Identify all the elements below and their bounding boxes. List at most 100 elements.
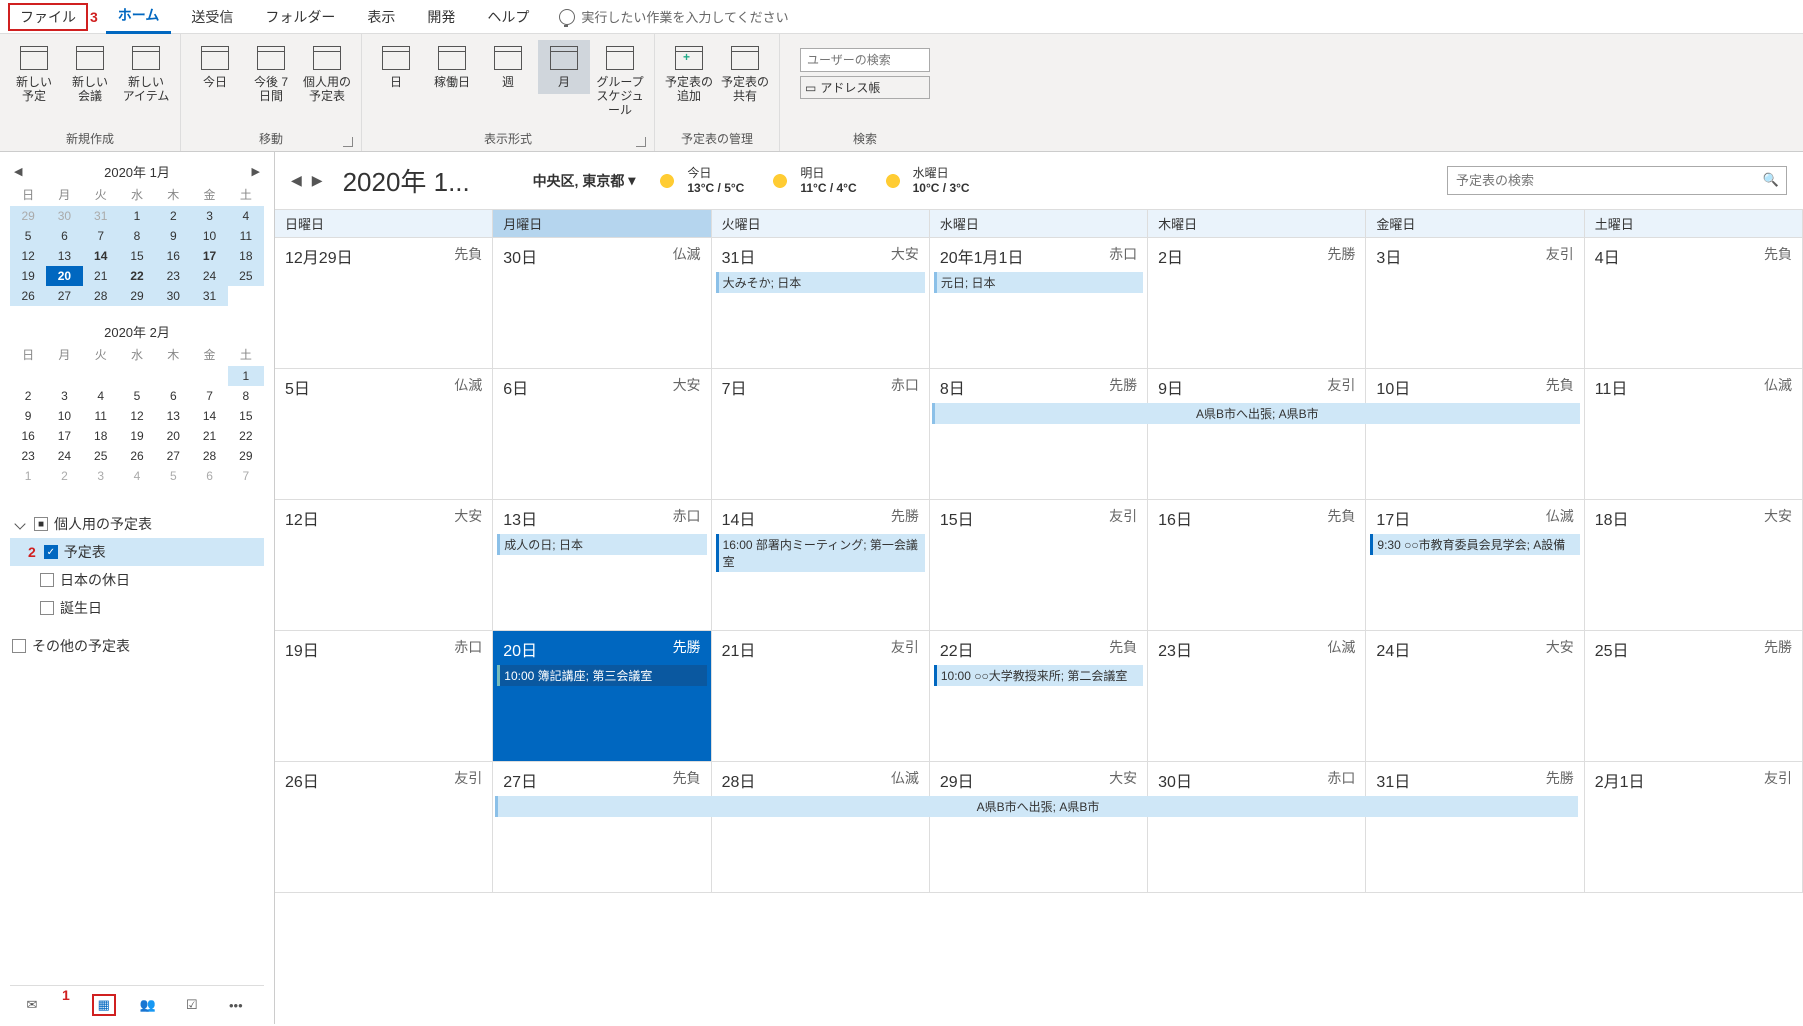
mini-day[interactable]: 3 (46, 386, 82, 406)
mini-day[interactable]: 31 (191, 286, 227, 306)
mini-day[interactable]: 19 (119, 426, 155, 446)
mini-day[interactable]: 7 (191, 386, 227, 406)
mini-day[interactable]: 1 (119, 206, 155, 226)
mini-day[interactable]: 1 (10, 466, 46, 486)
tab-home[interactable]: ホーム (106, 0, 172, 34)
mini-day[interactable]: 8 (228, 386, 264, 406)
tab-send-receive[interactable]: 送受信 (179, 1, 245, 33)
calendar-cell[interactable]: 30日仏滅 (493, 238, 711, 369)
tree-item-birthday[interactable]: 誕生日 (10, 594, 264, 622)
dialog-launcher-icon[interactable] (636, 137, 646, 147)
more-icon[interactable]: ••• (224, 994, 248, 1016)
next-month-button[interactable]: ▶ (252, 165, 260, 178)
mini-day[interactable]: 12 (119, 406, 155, 426)
calendar-cell[interactable]: 31日先勝 (1366, 762, 1584, 893)
tab-developer[interactable]: 開発 (415, 1, 467, 33)
week-view-button[interactable]: 週 (482, 40, 534, 94)
mini-day[interactable]: 3 (83, 466, 119, 486)
calendar-cell[interactable]: 21日友引 (712, 631, 930, 762)
mini-day[interactable]: 30 (155, 286, 191, 306)
event-item[interactable]: 成人の日; 日本 (497, 534, 706, 555)
mini-day[interactable]: 6 (191, 466, 227, 486)
calendar-cell[interactable]: 28日仏滅 (712, 762, 930, 893)
mini-day[interactable]: 6 (155, 386, 191, 406)
mini-day[interactable]: 22 (119, 266, 155, 286)
mini-day[interactable]: 26 (10, 286, 46, 306)
personal-calendar-button[interactable]: 個人用の 予定表 (301, 40, 353, 108)
mini-day[interactable]: 2 (155, 206, 191, 226)
mini-day[interactable]: 24 (191, 266, 227, 286)
mini-day[interactable]: 5 (155, 466, 191, 486)
event-item[interactable]: 10:00 簿記講座; 第三会議室 (497, 665, 706, 686)
day-view-button[interactable]: 日 (370, 40, 422, 94)
mini-day[interactable]: 7 (83, 226, 119, 246)
calendar-cell[interactable]: 12日大安 (275, 500, 493, 631)
calendar-cell[interactable]: 7日赤口 (712, 369, 930, 500)
calendar-search-input[interactable] (1447, 166, 1787, 195)
mini-day[interactable]: 2 (10, 386, 46, 406)
calendar-cell[interactable]: 10日先負 (1366, 369, 1584, 500)
search-icon[interactable]: 🔍 (1763, 172, 1779, 188)
new-appointment-button[interactable]: 新しい 予定 (8, 40, 60, 108)
calendar-cell[interactable]: 23日仏滅 (1148, 631, 1366, 762)
mini-day[interactable]: 9 (155, 226, 191, 246)
calendar-cell[interactable]: 29日大安 (930, 762, 1148, 893)
calendar-cell[interactable]: 13日赤口成人の日; 日本 (493, 500, 711, 631)
mini-day[interactable]: 5 (10, 226, 46, 246)
mini-day[interactable]: 29 (10, 206, 46, 226)
mini-day[interactable] (119, 366, 155, 386)
mini-day[interactable]: 15 (228, 406, 264, 426)
event-item[interactable]: 9:30 ○○市教育委員会見学会; A設備 (1370, 534, 1579, 555)
mini-day[interactable]: 9 (10, 406, 46, 426)
mini-day[interactable]: 25 (228, 266, 264, 286)
mail-icon[interactable]: ✉ (20, 994, 44, 1016)
mini-day[interactable] (155, 366, 191, 386)
tab-folder[interactable]: フォルダー (253, 1, 347, 33)
new-meeting-button[interactable]: 新しい 会議 (64, 40, 116, 108)
mini-day[interactable]: 15 (119, 246, 155, 266)
calendar-cell[interactable]: 18日大安 (1585, 500, 1803, 631)
tell-me[interactable]: 実行したい作業を入力してください (559, 7, 788, 26)
mini-day[interactable]: 13 (46, 246, 82, 266)
mini-day[interactable]: 18 (83, 426, 119, 446)
calendar-cell[interactable]: 31日大安大みそか; 日本 (712, 238, 930, 369)
calendar-cell[interactable]: 26日友引 (275, 762, 493, 893)
month-view-button[interactable]: 月 (538, 40, 590, 94)
mini-day[interactable]: 31 (83, 206, 119, 226)
workweek-view-button[interactable]: 稼働日 (426, 40, 478, 94)
event-item[interactable]: A県B市へ出張; A県B市 (495, 796, 1577, 817)
calendar-cell[interactable]: 5日仏滅 (275, 369, 493, 500)
event-item[interactable]: 16:00 部署内ミーティング; 第一会議室 (716, 534, 925, 572)
checkbox-icon[interactable] (12, 639, 26, 653)
prev-button[interactable]: ◀ (291, 172, 302, 189)
mini-day[interactable] (228, 286, 264, 306)
mini-day[interactable] (10, 366, 46, 386)
new-items-button[interactable]: 新しい アイテム (120, 40, 172, 108)
prev-month-button[interactable]: ◀ (14, 165, 22, 178)
next-7-days-button[interactable]: 今後 7 日間 (245, 40, 297, 108)
mini-day[interactable]: 10 (46, 406, 82, 426)
checkbox-icon[interactable] (40, 573, 54, 587)
calendar-cell[interactable]: 8日先勝A県B市へ出張; A県B市 (930, 369, 1148, 500)
calendar-cell[interactable]: 25日先勝 (1585, 631, 1803, 762)
mini-day[interactable]: 28 (83, 286, 119, 306)
location-dropdown[interactable]: 中央区, 東京都 ▾ (533, 171, 636, 191)
tab-view[interactable]: 表示 (355, 1, 407, 33)
event-item[interactable]: 10:00 ○○大学教授来所; 第二会議室 (934, 665, 1143, 686)
mini-day[interactable]: 25 (83, 446, 119, 466)
calendar-cell[interactable]: 14日先勝16:00 部署内ミーティング; 第一会議室 (712, 500, 930, 631)
tasks-icon[interactable]: ☑ (180, 994, 204, 1016)
share-calendar-button[interactable]: 予定表の 共有 (719, 40, 771, 108)
mini-day[interactable]: 4 (119, 466, 155, 486)
mini-day[interactable]: 20 (46, 266, 82, 286)
calendar-icon[interactable]: ▦ (92, 994, 116, 1016)
mini-day[interactable]: 29 (228, 446, 264, 466)
mini-day[interactable]: 17 (46, 426, 82, 446)
mini-day[interactable]: 16 (155, 246, 191, 266)
mini-day[interactable]: 7 (228, 466, 264, 486)
dialog-launcher-icon[interactable] (343, 137, 353, 147)
calendar-cell[interactable]: 19日赤口 (275, 631, 493, 762)
mini-day[interactable]: 22 (228, 426, 264, 446)
mini-day[interactable]: 14 (83, 246, 119, 266)
calendar-cell[interactable]: 17日仏滅9:30 ○○市教育委員会見学会; A設備 (1366, 500, 1584, 631)
